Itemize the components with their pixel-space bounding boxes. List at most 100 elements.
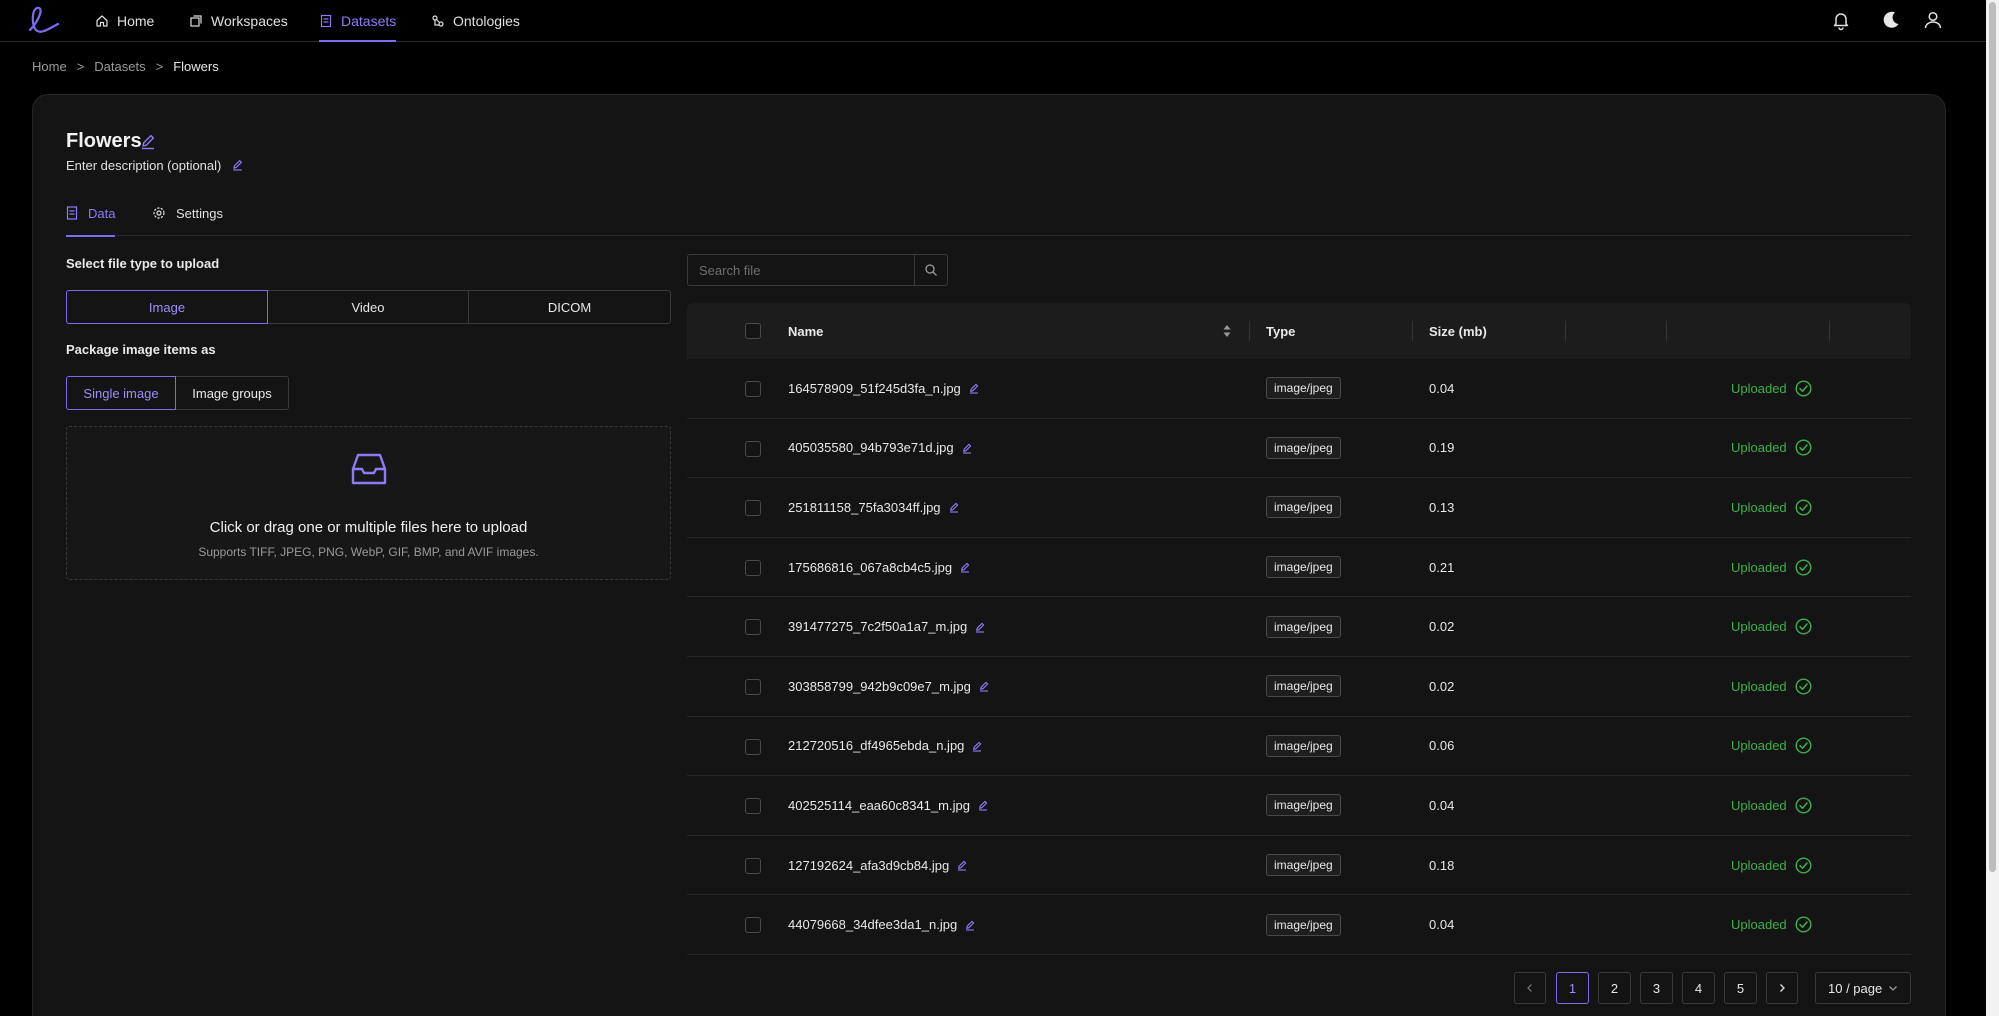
scrollbar-thumb[interactable] [1989,2,1996,872]
search-button[interactable] [915,254,948,286]
file-type-image[interactable]: Image [66,290,268,324]
tab-settings-label: Settings [176,206,223,221]
gear-icon [152,206,166,220]
table-row[interactable]: 164578909_51f245d3fa_n.jpg image/jpeg 0.… [687,359,1911,419]
app-logo-icon[interactable] [26,4,62,36]
edit-filename-icon[interactable] [968,382,980,394]
file-type-cell: image/jpeg [1266,657,1341,716]
row-checkbox[interactable] [745,440,761,457]
breadcrumb-home[interactable]: Home [32,59,67,74]
nav-workspaces[interactable]: Workspaces [189,0,288,42]
table-row[interactable]: 212720516_df4965ebda_n.jpg image/jpeg 0.… [687,717,1911,777]
status-text: Uploaded [1731,380,1787,396]
file-name: 212720516_df4965ebda_n.jpg [788,738,965,754]
row-checkbox[interactable] [745,500,761,517]
file-name-cell: 212720516_df4965ebda_n.jpg [788,717,983,776]
edit-filename-icon[interactable] [956,859,968,871]
file-name: 251811158_75fa3034ff.jpg [788,499,941,515]
file-size: 0.04 [1429,797,1455,813]
pagination-prev[interactable] [1514,972,1546,1004]
edit-filename-icon[interactable] [977,799,989,812]
nav-ontologies[interactable]: Ontologies [431,0,520,42]
breadcrumb-datasets[interactable]: Datasets [94,59,145,74]
file-type-tag: image/jpeg [1266,496,1341,519]
nav-home[interactable]: Home [95,0,154,42]
table-row[interactable]: 391477275_7c2f50a1a7_m.jpg image/jpeg 0.… [687,597,1911,657]
user-icon[interactable] [1922,9,1944,31]
table-row[interactable]: 175686816_067a8cb4c5.jpg image/jpeg 0.21… [687,538,1911,598]
pagination-page-5[interactable]: 5 [1724,972,1757,1004]
pagination-next[interactable] [1766,972,1798,1004]
sort-icon[interactable] [1222,323,1232,339]
pagination-page-3[interactable]: 3 [1640,972,1673,1004]
nav-datasets[interactable]: Datasets [319,0,397,42]
file-type-video[interactable]: Video [267,290,469,324]
search-input[interactable] [687,254,915,286]
file-type-cell: image/jpeg [1266,717,1341,776]
table-row[interactable]: 405035580_94b793e71d.jpg image/jpeg 0.19… [687,419,1911,479]
package-selector: Single image Image groups [66,376,289,410]
page-scrollbar[interactable] [1986,0,1999,1016]
table-row[interactable]: 303858799_942b9c09e7_m.jpg image/jpeg 0.… [687,657,1911,717]
row-checkbox[interactable] [745,857,761,874]
page-size-select[interactable]: 10 / page [1815,972,1911,1004]
table-row[interactable]: 44079668_34dfee3da1_n.jpg image/jpeg 0.0… [687,895,1911,955]
nav-workspaces-label: Workspaces [211,13,288,29]
file-type-tag: image/jpeg [1266,377,1341,400]
package-single-image[interactable]: Single image [66,376,176,410]
file-name-cell: 402525114_eaa60c8341_m.jpg [788,776,989,835]
inbox-icon [347,447,391,491]
moon-icon[interactable] [1880,9,1902,31]
edit-filename-icon[interactable] [971,740,983,752]
row-checkbox[interactable] [745,559,761,576]
upload-status: Uploaded [1731,895,1812,954]
pagination-page-1[interactable]: 1 [1556,972,1589,1004]
file-name: 303858799_942b9c09e7_m.jpg [788,678,971,694]
table-row[interactable]: 127192624_afa3d9cb84.jpg image/jpeg 0.18… [687,836,1911,896]
edit-filename-icon[interactable] [961,442,973,454]
datasets-icon [319,14,333,28]
row-checkbox[interactable] [745,678,761,695]
workspaces-icon [189,14,203,28]
table-row[interactable]: 402525114_eaa60c8341_m.jpg image/jpeg 0.… [687,776,1911,836]
upload-dropzone[interactable]: Click or drag one or multiple files here… [66,426,671,580]
tab-data[interactable]: Data [66,200,116,237]
file-size: 0.21 [1429,559,1455,575]
upload-status: Uploaded [1731,597,1812,656]
edit-title-icon[interactable] [139,132,157,150]
file-type-tag: image/jpeg [1266,615,1341,638]
row-checkbox[interactable] [745,917,761,934]
row-checkbox[interactable] [745,381,761,397]
file-type-tag: image/jpeg [1266,913,1341,936]
edit-filename-icon[interactable] [964,919,976,931]
edit-description-icon[interactable] [231,158,244,171]
file-type-cell: image/jpeg [1266,895,1341,954]
pagination-page-4[interactable]: 4 [1682,972,1715,1004]
edit-filename-icon[interactable] [978,680,990,692]
file-name-cell: 391477275_7c2f50a1a7_m.jpg [788,597,986,656]
file-size: 0.13 [1429,499,1455,515]
row-checkbox[interactable] [745,738,761,755]
check-circle-icon [1795,737,1812,754]
column-type: Type [1266,323,1296,339]
dropzone-text: Click or drag one or multiple files here… [209,519,528,536]
tab-settings[interactable]: Settings [152,200,223,236]
row-checkbox[interactable] [745,619,761,636]
column-name[interactable]: Name [788,303,823,359]
edit-filename-icon[interactable] [974,621,986,633]
file-size: 0.18 [1429,857,1455,873]
dataset-tabs: Data Settings [66,200,1911,237]
upload-status: Uploaded [1731,657,1812,716]
row-checkbox[interactable] [745,798,761,815]
package-image-groups[interactable]: Image groups [175,376,289,410]
file-size: 0.04 [1429,917,1455,933]
edit-filename-icon[interactable] [959,561,971,573]
bell-icon[interactable] [1830,9,1852,31]
pagination-page-2[interactable]: 2 [1598,972,1631,1004]
file-type-dicom[interactable]: DICOM [468,290,671,324]
select-all-checkbox[interactable] [745,323,761,339]
file-type-tag: image/jpeg [1266,675,1341,698]
table-row[interactable]: 251811158_75fa3034ff.jpg image/jpeg 0.13… [687,478,1911,538]
status-text: Uploaded [1731,499,1787,515]
edit-filename-icon[interactable] [948,501,960,514]
